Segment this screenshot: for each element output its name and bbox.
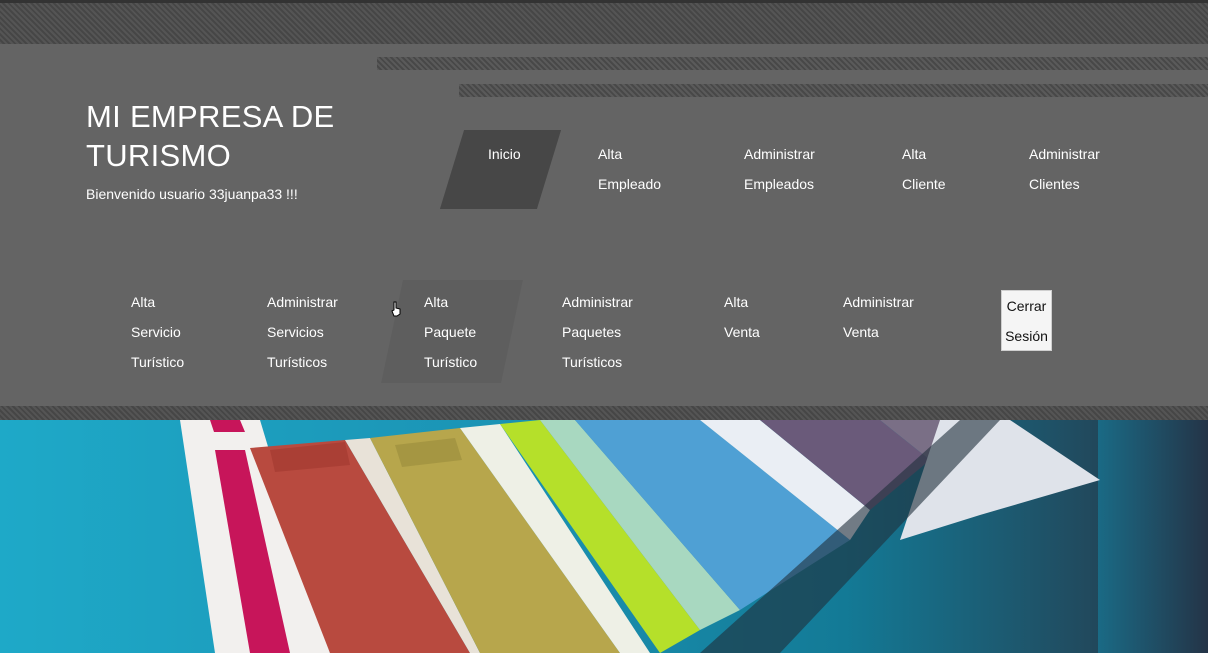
nav-label: Paquete: [424, 324, 477, 340]
nav-label: Administrar: [744, 146, 815, 162]
nav-label: Administrar: [267, 294, 338, 310]
hero-image: [0, 420, 1208, 653]
nav-alta-empleado[interactable]: Alta Empleado: [598, 139, 661, 199]
nav-label: Servicios: [267, 324, 324, 340]
nav-label: Cliente: [902, 176, 946, 192]
nav-alta-servicio-turistico[interactable]: Alta Servicio Turístico: [131, 287, 184, 377]
nav-label: Venta: [843, 324, 879, 340]
nav-label: Turístico: [424, 354, 478, 370]
nav-alta-venta[interactable]: Alta Venta: [724, 287, 760, 347]
swatch-fan-image: [180, 420, 1100, 653]
nav-label: Servicio: [131, 324, 181, 340]
nav-label: Alta: [424, 294, 449, 310]
nav-label: Administrar: [843, 294, 914, 310]
logout-label: Cerrar: [1006, 298, 1047, 314]
nav-label: Administrar: [562, 294, 633, 310]
nav-label: Alta: [131, 294, 156, 310]
site-title: MI EMPRESA DE TURISMO: [86, 99, 335, 173]
nav-label: Turísticos: [267, 354, 328, 370]
nav-inicio[interactable]: Inicio: [488, 139, 521, 169]
nav-label: Venta: [724, 324, 760, 340]
nav-label: Turísticos: [562, 354, 623, 370]
nav-label: Administrar: [1029, 146, 1100, 162]
nav-alta-cliente[interactable]: Alta Cliente: [902, 139, 946, 199]
top-pattern-band: [0, 0, 1208, 44]
nav-label: Alta: [724, 294, 749, 310]
nav-administrar-empleados[interactable]: Administrar Empleados: [744, 139, 815, 199]
nav-label: Empleado: [598, 176, 662, 192]
nav-label: Clientes: [1029, 176, 1080, 192]
nav-administrar-servicios-turisticos[interactable]: Administrar Servicios Turísticos: [267, 287, 338, 377]
logout-button[interactable]: Cerrar Sesión: [1001, 290, 1052, 351]
nav-administrar-venta[interactable]: Administrar Venta: [843, 287, 914, 347]
hand-cursor-icon: [391, 301, 401, 317]
nav-alta-paquete-turistico[interactable]: Alta Paquete Turístico: [424, 287, 477, 377]
decorative-stripe: [459, 84, 1208, 97]
logout-label: Sesión: [1005, 328, 1048, 344]
nav-administrar-clientes[interactable]: Administrar Clientes: [1029, 139, 1100, 199]
nav-label: Alta: [598, 146, 623, 162]
nav-administrar-paquetes-turisticos[interactable]: Administrar Paquetes Turísticos: [562, 287, 633, 377]
nav-label: Paquetes: [562, 324, 622, 340]
decorative-stripe: [377, 57, 1208, 70]
welcome-message: Bienvenido usuario 33juanpa33 !!!: [86, 186, 298, 202]
nav-label: Empleados: [744, 176, 815, 192]
nav-label: Turístico: [131, 354, 185, 370]
nav-label: Inicio: [488, 146, 521, 162]
nav-label: Alta: [902, 146, 927, 162]
bottom-pattern-band: [0, 406, 1208, 420]
